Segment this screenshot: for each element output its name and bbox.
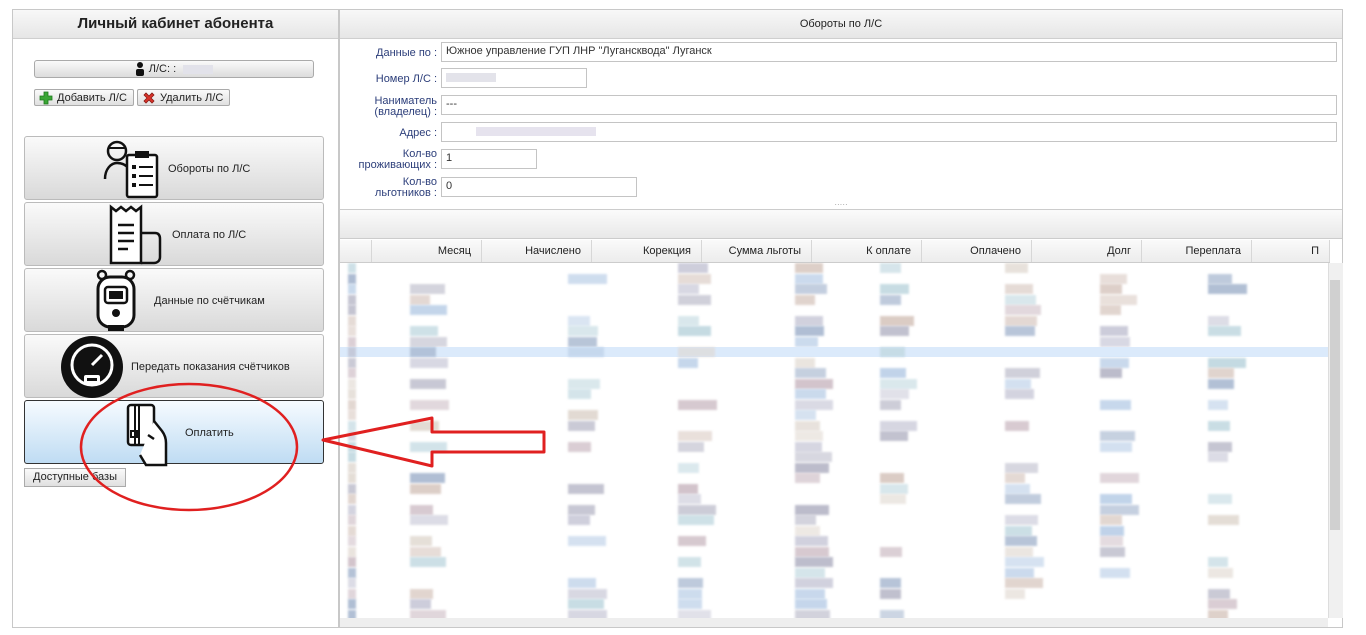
annotation-circle [79, 382, 299, 512]
annotation-overlay [79, 382, 546, 512]
annotation-arrow [321, 416, 546, 468]
